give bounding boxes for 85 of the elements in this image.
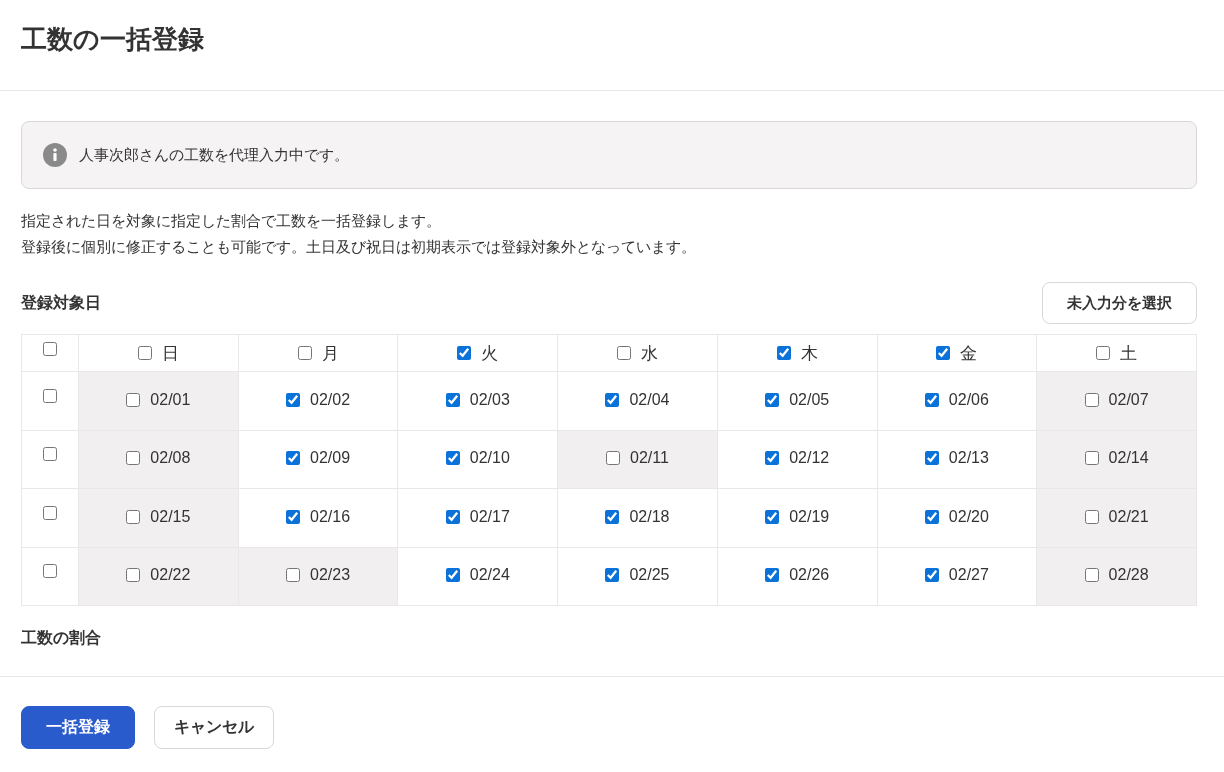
date-label: 02/07 <box>1108 390 1149 409</box>
date-checkbox[interactable] <box>1084 392 1099 407</box>
weekday-checkbox[interactable] <box>616 346 631 360</box>
date-checkbox[interactable] <box>605 509 620 524</box>
date-label: 02/09 <box>310 449 351 468</box>
date-checkbox[interactable] <box>286 509 301 524</box>
date-label: 02/13 <box>948 449 989 468</box>
date-checkbox[interactable] <box>605 392 620 407</box>
date-checkbox[interactable] <box>126 509 141 524</box>
date-label: 02/22 <box>150 566 191 585</box>
weekday-label: 土 <box>1120 342 1138 365</box>
date-checkbox[interactable] <box>286 392 301 407</box>
date-label: 02/24 <box>469 566 510 585</box>
date-checkbox[interactable] <box>286 451 301 466</box>
weekday-checkbox[interactable] <box>137 346 152 360</box>
date-checkbox[interactable] <box>1084 568 1099 583</box>
date-label: 02/01 <box>150 390 191 409</box>
date-label: 02/06 <box>948 390 989 409</box>
date-checkbox[interactable] <box>445 509 460 524</box>
section-label: 工数の割合 <box>21 628 101 648</box>
weekday-label: 日 <box>161 342 179 365</box>
description-text: 登録後に個別に修正することも可能です。土日及び祝日は初期表示では登録対象外となっています。 <box>21 237 696 257</box>
weekday-checkbox[interactable] <box>457 346 472 360</box>
row-checkbox[interactable] <box>43 505 57 520</box>
date-label: 02/23 <box>310 566 351 585</box>
weekday-label: 月 <box>321 342 339 365</box>
weekday-checkbox[interactable] <box>1096 346 1111 360</box>
date-checkbox[interactable] <box>445 392 460 407</box>
select-all-checkbox[interactable] <box>43 342 57 356</box>
date-label: 02/18 <box>629 507 670 526</box>
info-icon <box>43 143 67 167</box>
date-checkbox[interactable] <box>605 568 620 583</box>
date-label: 02/14 <box>1108 449 1149 468</box>
weekday-checkbox[interactable] <box>936 346 951 360</box>
date-checkbox[interactable] <box>126 392 141 407</box>
date-label: 02/16 <box>310 507 351 526</box>
date-checkbox[interactable] <box>445 451 460 466</box>
date-checkbox[interactable] <box>765 568 780 583</box>
date-checkbox[interactable] <box>126 451 141 466</box>
weekday-label: 木 <box>800 342 818 365</box>
weekday-checkbox[interactable] <box>776 346 791 360</box>
weekday-label: 火 <box>481 342 499 365</box>
date-label: 02/08 <box>150 449 191 468</box>
date-checkbox[interactable] <box>1084 509 1099 524</box>
weekday-label: 水 <box>640 342 658 365</box>
weekday-checkbox[interactable] <box>297 346 312 360</box>
select-unentered-button[interactable]: 未入力分を選択 <box>1042 282 1197 324</box>
date-label: 02/27 <box>948 566 989 585</box>
section-label: 登録対象日 <box>21 292 101 313</box>
date-checkbox[interactable] <box>286 568 301 583</box>
cancel-button[interactable]: キャンセル <box>154 706 274 749</box>
date-label: 02/26 <box>789 566 830 585</box>
date-label: 02/25 <box>629 566 670 585</box>
date-checkbox[interactable] <box>924 392 939 407</box>
row-checkbox[interactable] <box>43 564 57 579</box>
row-checkbox[interactable] <box>43 447 57 462</box>
date-checkbox[interactable] <box>126 568 141 583</box>
date-checkbox[interactable] <box>924 451 939 466</box>
date-checkbox[interactable] <box>765 392 780 407</box>
date-label: 02/02 <box>310 390 351 409</box>
date-label: 02/15 <box>150 507 191 526</box>
date-checkbox[interactable] <box>924 509 939 524</box>
date-checkbox[interactable] <box>765 509 780 524</box>
date-checkbox[interactable] <box>924 568 939 583</box>
register-button[interactable]: 一括登録 <box>21 706 135 749</box>
weekday-label: 金 <box>960 342 978 365</box>
date-label: 02/12 <box>789 449 830 468</box>
date-checkbox[interactable] <box>606 451 621 466</box>
date-label: 02/28 <box>1108 566 1149 585</box>
date-label: 02/10 <box>469 449 510 468</box>
date-checkbox[interactable] <box>445 568 460 583</box>
notice-text: 人事次郎さんの工数を代理入力中です。 <box>79 145 349 165</box>
date-label: 02/05 <box>789 390 830 409</box>
dialog-title: 工数の一括登録 <box>21 22 204 56</box>
date-label: 02/17 <box>469 507 510 526</box>
date-checkbox[interactable] <box>765 451 780 466</box>
date-label: 02/11 <box>630 449 669 468</box>
date-label: 02/19 <box>789 507 830 526</box>
date-checkbox[interactable] <box>1084 451 1099 466</box>
description-text: 指定された日を対象に指定した割合で工数を一括登録します。 <box>21 211 441 231</box>
row-checkbox[interactable] <box>43 388 57 403</box>
date-label: 02/04 <box>629 390 670 409</box>
date-label: 02/20 <box>948 507 989 526</box>
date-label: 02/03 <box>469 390 510 409</box>
date-label: 02/21 <box>1108 507 1149 526</box>
